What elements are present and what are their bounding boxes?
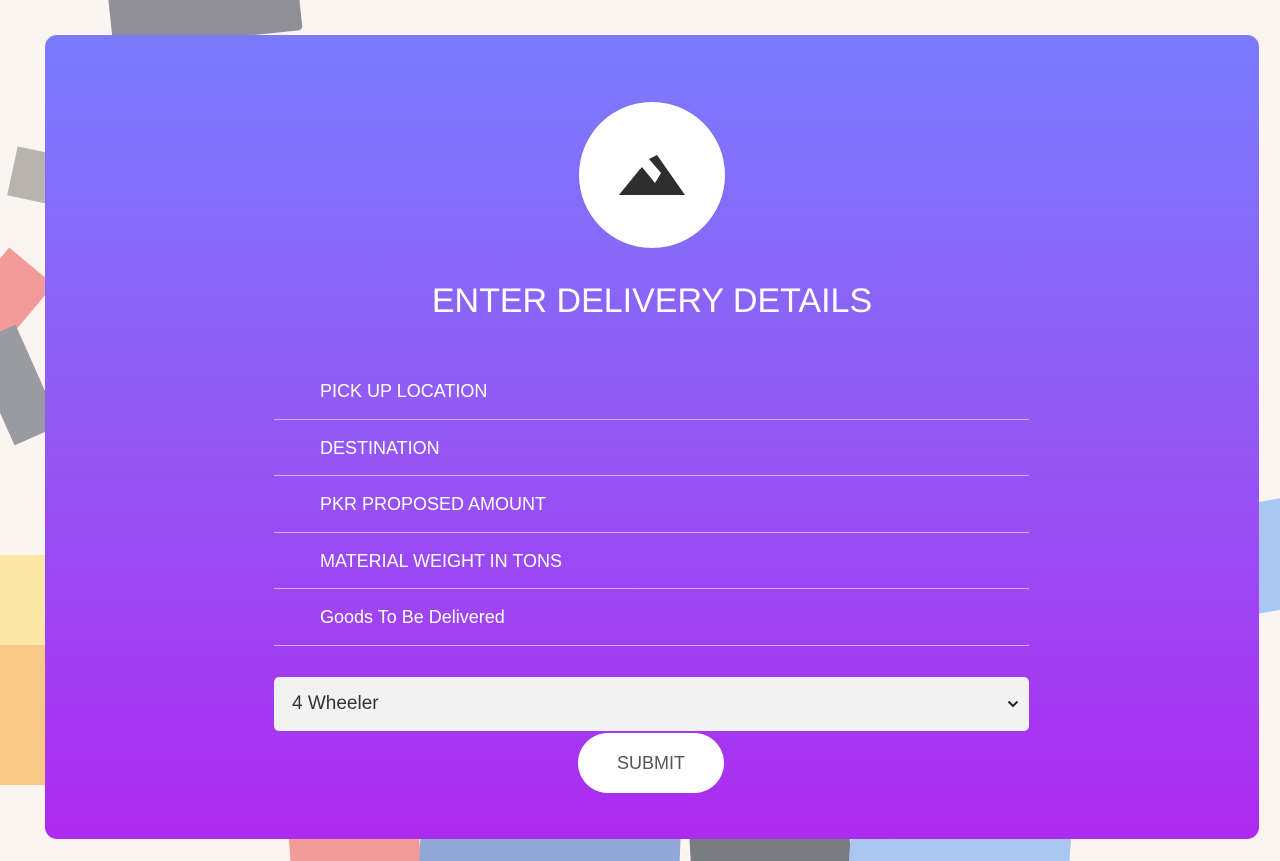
proposed-amount-row bbox=[274, 476, 1029, 533]
vehicle-type-selected: 4 Wheeler bbox=[292, 693, 379, 714]
pickup-location-row bbox=[274, 363, 1029, 420]
mountains-icon bbox=[619, 155, 685, 195]
material-weight-row bbox=[274, 533, 1029, 589]
submit-button[interactable]: SUBMIT bbox=[578, 733, 724, 793]
destination-input[interactable] bbox=[320, 437, 1029, 459]
logo-badge bbox=[579, 102, 725, 248]
form-fields bbox=[274, 363, 1029, 646]
pickup-location-input[interactable] bbox=[320, 381, 1029, 403]
proposed-amount-input[interactable] bbox=[320, 494, 1029, 516]
goods-row bbox=[274, 589, 1029, 646]
goods-input[interactable] bbox=[320, 607, 1029, 629]
destination-row bbox=[274, 420, 1029, 476]
delivery-form-card: ENTER DELIVERY DETAILS 4 Wheeler SUBMIT bbox=[45, 35, 1259, 839]
chevron-down-icon bbox=[1007, 700, 1019, 708]
material-weight-input[interactable] bbox=[320, 550, 1029, 572]
vehicle-type-select[interactable]: 4 Wheeler bbox=[274, 677, 1029, 731]
form-title: ENTER DELIVERY DETAILS bbox=[431, 282, 873, 320]
